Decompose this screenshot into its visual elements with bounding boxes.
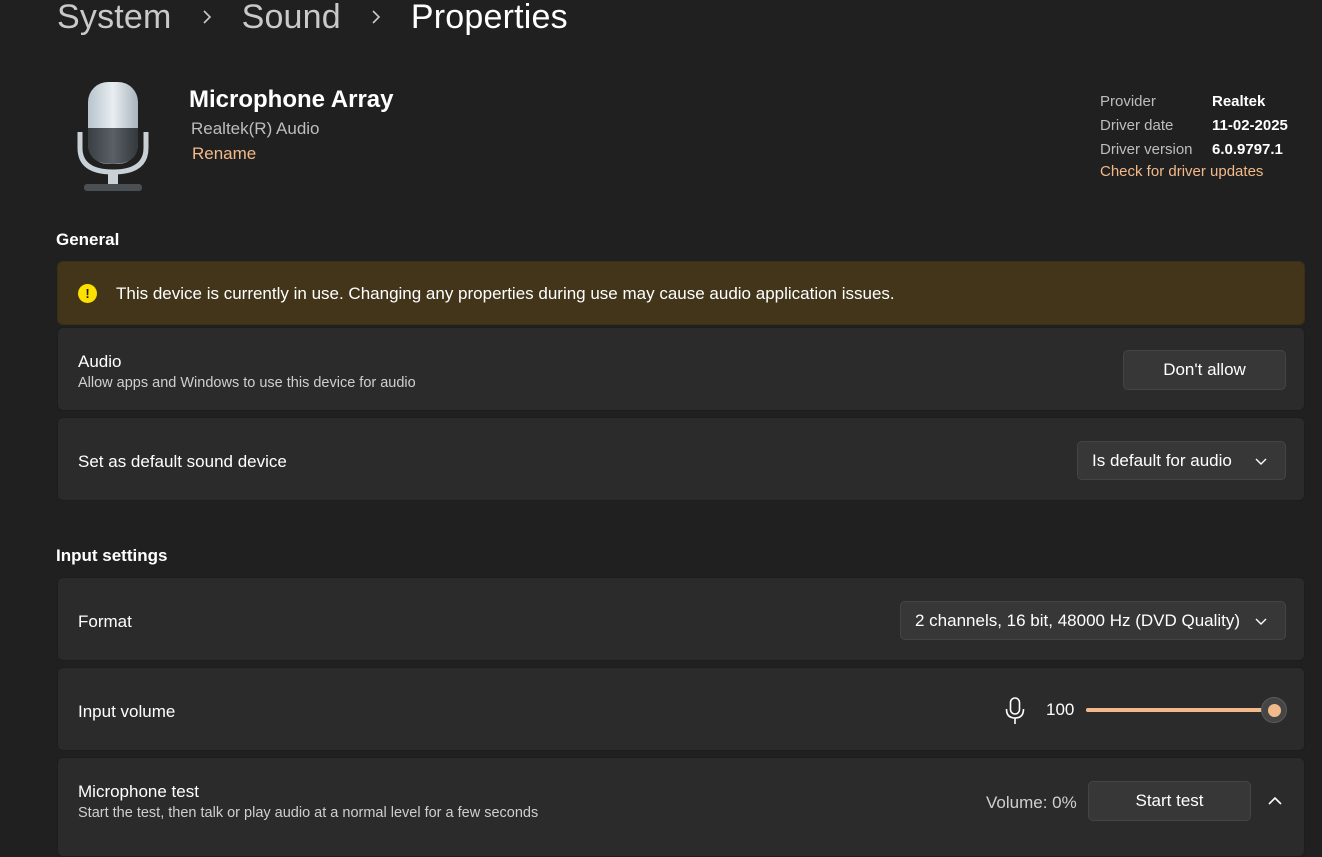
audio-row: Audio Allow apps and Windows to use this…	[57, 327, 1305, 411]
microphone-test-title: Microphone test	[78, 782, 199, 801]
dont-allow-button[interactable]: Don't allow	[1123, 350, 1286, 390]
input-settings-title: Input settings	[56, 546, 168, 565]
default-device-title: Set as default sound device	[78, 452, 287, 471]
input-volume-slider[interactable]	[1086, 708, 1274, 712]
input-volume-value: 100	[1046, 700, 1075, 719]
chevron-up-icon[interactable]	[1265, 791, 1285, 811]
input-volume-label: Input volume	[78, 702, 176, 721]
warning-icon: !	[78, 284, 97, 303]
microphone-test-volume: Volume: 0%	[986, 793, 1077, 812]
driver-version-label: Driver version	[1100, 140, 1193, 158]
breadcrumb-system[interactable]: System	[57, 0, 172, 37]
format-label: Format	[78, 612, 132, 631]
format-row: Format 2 channels, 16 bit, 48000 Hz (DVD…	[57, 577, 1305, 661]
format-dropdown[interactable]: 2 channels, 16 bit, 48000 Hz (DVD Qualit…	[900, 601, 1286, 640]
microphone-test-row: Microphone test Start the test, then tal…	[57, 757, 1305, 857]
slider-fill	[1086, 708, 1274, 712]
breadcrumb-sound[interactable]: Sound	[242, 0, 341, 37]
device-subtitle: Realtek(R) Audio	[191, 119, 320, 138]
default-device-row: Set as default sound device Is default f…	[57, 417, 1305, 501]
driver-date-value: 11-02-2025	[1212, 116, 1288, 134]
driver-info: Provider Realtek Driver date 11-02-2025 …	[1100, 89, 1288, 181]
microphone-icon[interactable]	[1004, 697, 1026, 725]
page-title: Properties	[410, 0, 568, 36]
audio-description: Allow apps and Windows to use this devic…	[78, 375, 416, 391]
start-test-button[interactable]: Start test	[1088, 781, 1251, 821]
device-name: Microphone Array	[189, 86, 394, 113]
chevron-right-icon	[363, 4, 389, 30]
microphone-icon	[76, 80, 150, 196]
default-device-dropdown[interactable]: Is default for audio	[1077, 441, 1286, 480]
microphone-test-description: Start the test, then talk or play audio …	[78, 805, 539, 821]
provider-label: Provider	[1100, 92, 1156, 110]
chevron-down-icon	[1255, 618, 1267, 625]
general-section-title: General	[56, 230, 120, 249]
warning-text: This device is currently in use. Changin…	[116, 284, 895, 303]
audio-title: Audio	[78, 352, 122, 371]
format-value: 2 channels, 16 bit, 48000 Hz (DVD Qualit…	[915, 610, 1241, 630]
slider-thumb[interactable]	[1261, 697, 1287, 723]
slider-thumb-dot	[1267, 703, 1281, 717]
breadcrumb: System Sound Properties	[57, 0, 568, 40]
driver-version-value: 6.0.9797.1	[1212, 140, 1283, 158]
input-volume-row: Input volume 100	[57, 667, 1305, 751]
chevron-down-icon	[1255, 458, 1267, 465]
chevron-right-icon	[194, 4, 220, 30]
driver-date-label: Driver date	[1100, 116, 1174, 134]
check-driver-updates-link[interactable]: Check for driver updates	[1100, 163, 1288, 180]
in-use-warning: ! This device is currently in use. Chang…	[57, 261, 1305, 325]
default-device-value: Is default for audio	[1092, 450, 1232, 470]
provider-value: Realtek	[1212, 92, 1266, 110]
rename-link[interactable]: Rename	[192, 144, 256, 164]
